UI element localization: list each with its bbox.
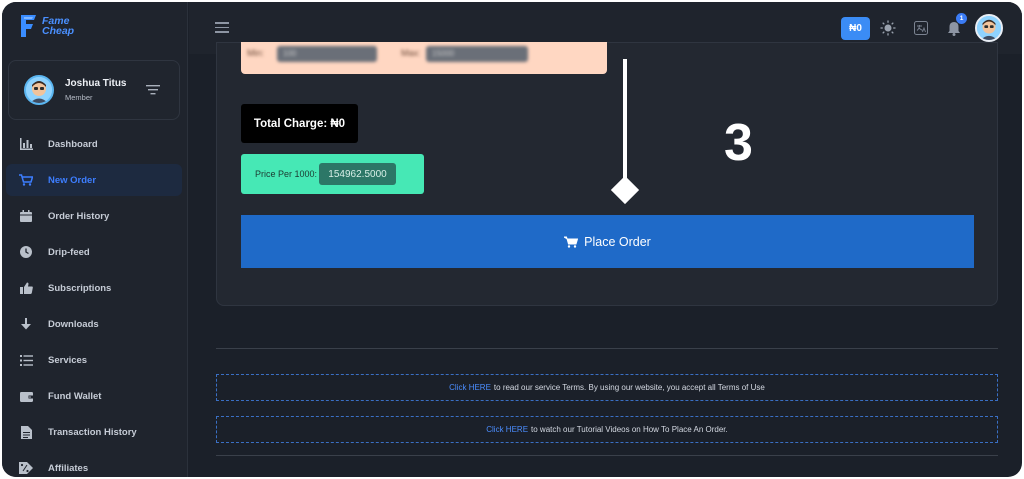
sidebar-item-downloads[interactable]: Downloads [6,308,182,340]
sidebar-item-subscriptions[interactable]: Subscriptions [6,272,182,304]
tutorial-link[interactable]: Click HERE [486,425,528,434]
sidebar-item-label: Subscriptions [48,282,112,294]
language-icon[interactable] [912,19,930,37]
sidebar-item-label: Drip-feed [48,246,90,258]
sidebar-item-order-history[interactable]: Order History [6,200,182,232]
divider [216,455,998,456]
sidebar-item-dashboard[interactable]: Dashboard [6,128,182,160]
max-label: Max: [401,48,421,58]
avatar[interactable] [24,75,54,105]
sidebar-item-label: Transaction History [48,426,137,438]
menu-icon[interactable] [215,22,229,33]
notification-count-badge: 1 [956,13,967,24]
user-role: Member [65,93,93,102]
sidebar-item-label: Fund Wallet [48,390,102,402]
brand-logo-icon [18,13,38,39]
percent-icon [19,461,33,475]
calendar-icon [19,209,33,223]
min-label: Min: [247,48,265,58]
max-value: 15000 [426,46,528,62]
sidebar-nav: Dashboard New Order Order History Drip-f… [6,128,182,477]
brand-logo[interactable]: Fame Cheap [18,13,74,39]
sidebar: Fame Cheap Joshua Titus Member Dashboard… [2,2,188,477]
filter-icon[interactable] [145,83,161,97]
sun-icon[interactable] [879,19,897,37]
place-order-button[interactable]: Place Order [241,215,974,268]
sidebar-item-drip-feed[interactable]: Drip-feed [6,236,182,268]
sidebar-item-label: Downloads [48,318,99,330]
place-order-label: Place Order [584,234,651,249]
price-per-1000-box: Price Per 1000: 154962.5000 [241,154,424,194]
price-label: Price Per 1000: [255,169,318,179]
cart-icon [564,236,579,248]
thumbs-up-icon [19,281,33,295]
tutorial-text: to watch our Tutorial Videos on How To P… [531,425,728,434]
sidebar-item-transaction-history[interactable]: Transaction History [6,416,182,448]
terms-notice: Click HERE to read our service Terms. By… [216,374,998,401]
brand-name: Fame Cheap [42,15,75,37]
total-charge: Total Charge: ₦0 [241,104,358,143]
min-value: 100 [277,46,377,62]
terms-text: to read our service Terms. By using our … [493,383,765,392]
divider [216,348,998,349]
sidebar-item-label: Dashboard [48,138,98,150]
avatar[interactable] [975,14,1003,42]
user-name: Joshua Titus [65,78,127,89]
wallet-icon [19,389,33,403]
user-card: Joshua Titus Member [8,60,180,120]
clock-icon [19,245,33,259]
terms-link[interactable]: Click HERE [449,383,491,392]
file-icon [19,425,33,439]
chart-icon [19,137,33,151]
cart-icon [19,173,33,187]
sidebar-item-fund-wallet[interactable]: Fund Wallet [6,380,182,412]
sidebar-item-services[interactable]: Services [6,344,182,376]
sidebar-item-label: Affiliates [48,462,89,474]
price-value: 154962.5000 [319,163,396,185]
arrow-down-icon [19,317,33,331]
tutorial-notice: Click HERE to watch our Tutorial Videos … [216,416,998,443]
min-max-box: Min: 100 Max: 15000 [241,42,607,74]
annotation-arrow-line [623,59,627,181]
wallet-balance-badge[interactable]: ₦0 [841,17,870,40]
sidebar-item-label: New Order [48,174,97,186]
sidebar-item-new-order[interactable]: New Order [6,164,182,196]
sidebar-item-affiliates[interactable]: Affiliates [6,452,182,477]
sidebar-item-label: Order History [48,210,110,222]
sidebar-item-label: Services [48,354,88,366]
annotation-step-number: 3 [724,114,753,172]
list-icon [19,353,33,367]
app-window: Fame Cheap Joshua Titus Member Dashboard… [2,2,1022,477]
